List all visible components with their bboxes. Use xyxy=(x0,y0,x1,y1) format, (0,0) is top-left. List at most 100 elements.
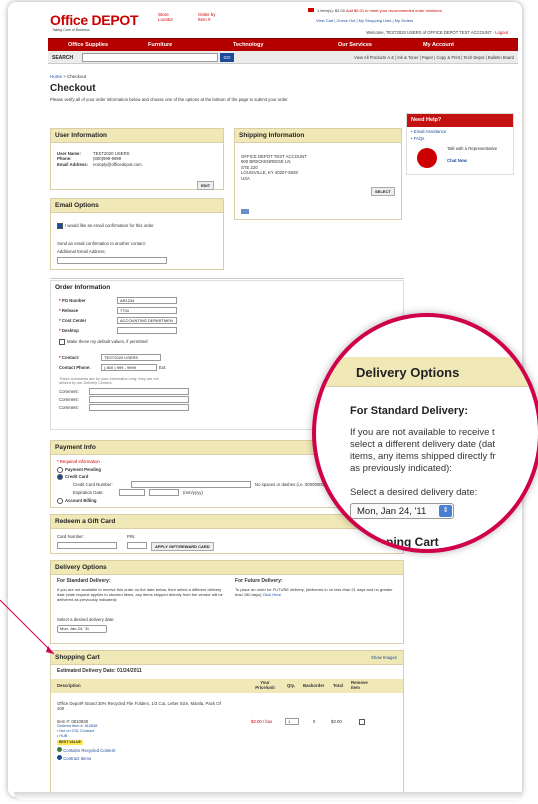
email-confirmation-label: I would like an email confirmation for t… xyxy=(65,223,154,228)
remove-item-checkbox[interactable] xyxy=(359,719,365,725)
contact-phone-label: Contact Phone: xyxy=(59,365,91,370)
desktop-label: * Desktop xyxy=(59,328,79,333)
search-input[interactable] xyxy=(82,53,218,62)
default-values-label: Make these my default values, if permitt… xyxy=(67,339,148,344)
future-delivery-text: To place an order for FUTURE delivery, (… xyxy=(235,587,395,598)
payment-pending-radio[interactable] xyxy=(57,467,63,473)
cost-center-label: * Cost Center xyxy=(59,318,87,323)
future-delivery-text-body: To place an order for FUTURE delivery, (… xyxy=(235,587,393,597)
nav-technology[interactable]: Technology xyxy=(233,42,263,48)
shipping-address: OFFICE DEPOT TEST ACCOUNT 900 BRECKENRID… xyxy=(241,154,307,181)
shop-links[interactable]: View All Products A-Z | Ink & Toner | Pa… xyxy=(354,55,514,60)
search-go-button[interactable]: GO xyxy=(220,53,234,62)
contact-input[interactable]: TEST2020 USERS xyxy=(101,354,161,361)
show-images-link[interactable]: Show Images xyxy=(371,655,397,660)
quantity-input[interactable]: 1 xyxy=(285,718,299,725)
chat-icon xyxy=(417,148,437,168)
contact-phone-input[interactable]: ( 800 ) 999 - 9999 xyxy=(101,364,157,371)
hub-tag: • HUB xyxy=(57,734,68,738)
email-options-panel: Email Options I would like an email conf… xyxy=(50,198,224,270)
pin-input[interactable] xyxy=(127,542,147,549)
ext-label: Ext. xyxy=(159,365,167,370)
release-input[interactable]: 7734 xyxy=(117,307,177,314)
faqs-link[interactable]: • FAQs xyxy=(407,136,513,141)
col-backorder: Backorder xyxy=(303,683,325,688)
future-delivery-heading: For Future Delivery: xyxy=(235,578,283,584)
magnified-line: If you are not available to receive t xyxy=(350,427,495,438)
cart-links[interactable]: View Cart | Check Out | My Shopping List… xyxy=(316,18,516,23)
nav-office-supplies[interactable]: Office Supplies xyxy=(68,42,108,48)
page-shadow xyxy=(14,792,522,800)
chat-now-link[interactable]: Chat Now xyxy=(447,158,467,163)
default-values-checkbox[interactable] xyxy=(59,339,65,345)
need-help-title: Need Help? xyxy=(407,114,513,127)
cart-promo: Add $5.01 to meet your recommended order… xyxy=(345,8,442,13)
standard-delivery-text: If you are not available to receive this… xyxy=(57,587,223,602)
shipping-information-title: Shipping Information xyxy=(235,129,401,143)
user-info-values: TEST2020 USERS (800)999-9999 noreply@off… xyxy=(93,151,142,167)
comments-note: These comments are for your information … xyxy=(59,377,159,386)
main-nav: Office Supplies Furniture Technology Our… xyxy=(48,38,518,51)
email-confirmation-checkbox[interactable] xyxy=(57,223,63,229)
col-remove: Remove Item xyxy=(351,680,368,691)
page-intro: Please verify all of your order informat… xyxy=(50,97,289,102)
email-label: Email Address: xyxy=(57,161,89,167)
contract-text: Contract Items xyxy=(63,756,92,761)
comment-input[interactable] xyxy=(89,396,189,403)
comment-label: Comment: xyxy=(59,389,79,394)
expiration-year-select[interactable] xyxy=(149,489,179,496)
cost-center-input[interactable]: ACCOUNTING DEPARTMEN xyxy=(117,317,177,324)
col-price: Your Price/unit xyxy=(255,680,275,691)
card-number-input[interactable] xyxy=(57,542,117,549)
po-number-input[interactable]: AR1234 xyxy=(117,297,177,304)
comment-input[interactable] xyxy=(89,404,189,411)
pin-label: PIN: xyxy=(127,534,136,539)
desktop-input[interactable] xyxy=(117,327,177,334)
cart-summary: 1 item(s): $3.00 Add $5.01 to meet your … xyxy=(308,8,442,23)
comment-input[interactable] xyxy=(89,388,189,395)
account-billing-radio[interactable] xyxy=(57,498,63,504)
col-total: Total xyxy=(333,683,343,688)
nav-furniture[interactable]: Furniture xyxy=(148,42,172,48)
item-name[interactable]: Office Depot® Brand 30% Recycled File Fo… xyxy=(57,701,227,712)
logo-tagline: Taking Care of Business xyxy=(52,28,90,32)
cart-count[interactable]: 1 item(s): $3.00 xyxy=(317,8,345,13)
need-help-box: Need Help? • Email Assistance • FAQs Tal… xyxy=(406,113,514,175)
logout-link[interactable]: Logout xyxy=(495,30,508,35)
magnified-shopping-cart: Shopping Cart xyxy=(356,535,439,549)
required-note: * Required information xyxy=(57,459,100,464)
delivery-options-title: Delivery Options xyxy=(51,561,403,575)
cc-number-input[interactable] xyxy=(131,481,251,488)
store-locator-link[interactable]: Store Locator xyxy=(158,12,180,22)
magnified-select-label: Select a desired delivery date: xyxy=(350,487,478,498)
magnified-date-select[interactable]: Mon, Jan 24, '11 ⇕ xyxy=(350,503,454,519)
nav-my-account[interactable]: My Account xyxy=(423,42,454,48)
nav-our-services[interactable]: Our Services xyxy=(338,42,372,48)
additional-email-input[interactable] xyxy=(57,257,167,264)
user-info-labels: User Name: Phone: Email Address: xyxy=(57,151,88,167)
expiration-month-select[interactable] xyxy=(119,489,145,496)
user-information-title: User Information xyxy=(51,129,223,143)
breadcrumb-home[interactable]: Home xyxy=(50,74,62,79)
credit-card-radio[interactable] xyxy=(57,474,63,480)
apply-gift-card-button[interactable]: APPLY GIFT/REWARD CARD xyxy=(151,542,214,551)
edit-user-button[interactable]: EDIT xyxy=(197,181,215,190)
click-here-link[interactable]: Click Here xyxy=(263,592,281,597)
email-assistance-link[interactable]: • Email Assistance xyxy=(407,127,513,136)
item-price: $3.00 / box xyxy=(251,719,273,724)
divider xyxy=(50,278,404,279)
magnified-date-value: Mon, Jan 24, '11 xyxy=(357,506,427,517)
standard-delivery-heading: For Standard Delivery: xyxy=(57,578,111,584)
send-other-text: Send an email confirmation to another co… xyxy=(57,241,146,246)
estimated-delivery: Estimated Delivery Date: 01/24/2011 xyxy=(57,668,142,674)
desktop-label-text: Desktop xyxy=(61,328,79,333)
magnified-delivery-title: Delivery Options xyxy=(356,365,460,380)
office-depot-logo[interactable]: Office DEPOT xyxy=(50,12,139,28)
breadcrumb: Home > Checkout xyxy=(50,74,86,79)
order-by-item-link[interactable]: Order by Item # xyxy=(198,12,224,22)
cart-icon[interactable] xyxy=(308,8,314,12)
col-description: Description xyxy=(57,683,81,688)
delivery-date-select[interactable]: Mon, Jan 24, '11 xyxy=(57,625,107,633)
address-line: USA xyxy=(241,175,250,181)
select-shipping-button[interactable]: SELECT xyxy=(371,187,395,196)
